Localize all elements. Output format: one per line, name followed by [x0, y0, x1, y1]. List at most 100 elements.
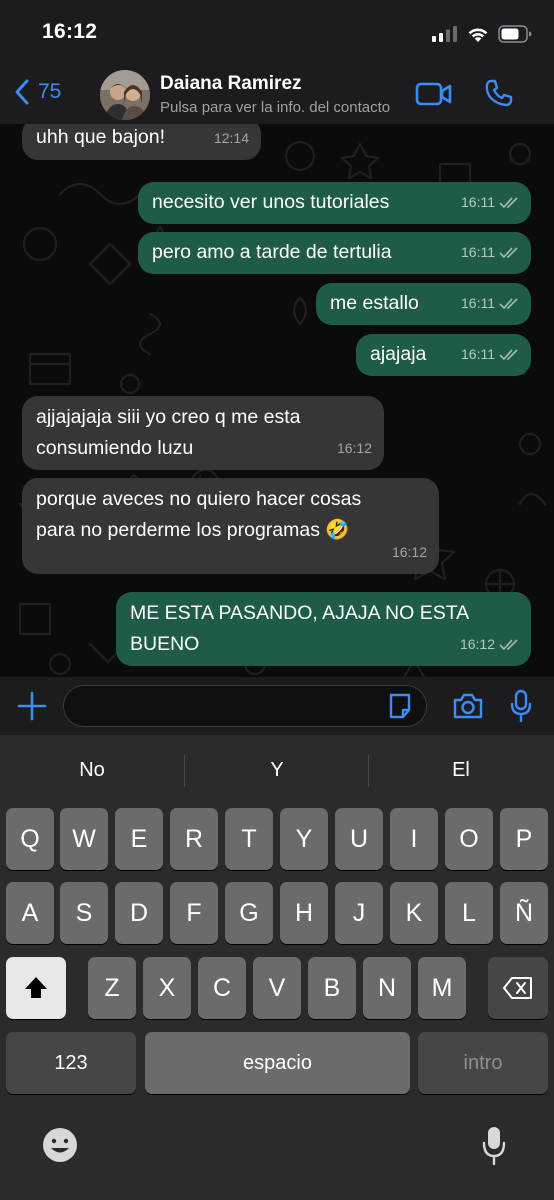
- predictive-bar: No Y El: [0, 735, 554, 807]
- message-text-line: para no perderme los programas 🤣: [36, 519, 350, 541]
- contact-name[interactable]: Daiana Ramirez: [160, 73, 302, 95]
- enter-key[interactable]: intro: [418, 1032, 548, 1094]
- message-meta: 16:12: [460, 629, 519, 660]
- shift-key[interactable]: [6, 957, 66, 1019]
- key-i[interactable]: I: [390, 808, 438, 870]
- backspace-key[interactable]: [488, 957, 548, 1019]
- outgoing-message[interactable]: pero amo a tarde de tertulia 16:11: [138, 232, 531, 274]
- key-n[interactable]: N: [363, 957, 411, 1019]
- key-f[interactable]: F: [170, 882, 218, 944]
- incoming-message[interactable]: porque aveces no quiero hacer cosas para…: [22, 478, 439, 574]
- message-text: ajajaja: [370, 343, 427, 365]
- dictation-button[interactable]: [481, 1125, 507, 1172]
- message-time: 16:12: [391, 544, 427, 560]
- plus-icon: [17, 691, 47, 721]
- key-q[interactable]: Q: [6, 808, 54, 870]
- key-h[interactable]: H: [280, 882, 328, 944]
- sticker-icon: [389, 693, 411, 719]
- avatar-photo: [100, 70, 150, 120]
- key-a[interactable]: A: [6, 882, 54, 944]
- back-button[interactable]: 75: [14, 78, 61, 106]
- message-time: 16:11: [461, 346, 495, 362]
- key-u[interactable]: U: [335, 808, 383, 870]
- numbers-key[interactable]: 123: [6, 1032, 136, 1094]
- rolling-laughing-emoji: 🤣: [325, 519, 350, 541]
- message-meta: 16:11: [461, 237, 519, 268]
- key-b[interactable]: B: [308, 957, 356, 1019]
- suggestion-3[interactable]: El: [386, 759, 536, 782]
- suggestion-2[interactable]: Y: [202, 759, 352, 782]
- message-time: 16:11: [461, 194, 495, 210]
- camera-button[interactable]: [452, 692, 484, 725]
- key-m[interactable]: M: [418, 957, 466, 1019]
- outgoing-message[interactable]: ME ESTA PASANDO, AJAJA NO ESTA BUENO 16:…: [116, 592, 531, 666]
- outgoing-message[interactable]: necesito ver unos tutoriales 16:11: [138, 182, 531, 224]
- message-text: pero amo a tarde de tertulia: [152, 241, 392, 263]
- dictation-mic-icon: [482, 1127, 506, 1166]
- wifi-icon: [468, 28, 488, 42]
- attach-button[interactable]: [16, 690, 48, 727]
- message-text-line: ajjajajaja siii yo creo q me esta: [36, 406, 301, 428]
- space-key[interactable]: espacio: [145, 1032, 410, 1094]
- status-icons: [432, 22, 532, 46]
- key-d[interactable]: D: [115, 882, 163, 944]
- message-text-field[interactable]: [63, 685, 427, 727]
- message-time: 16:11: [461, 295, 495, 311]
- message-time: 16:11: [461, 244, 495, 260]
- chat-header: 75 Daiana Ramirez Pulsa para ver la info…: [0, 64, 554, 125]
- key-z[interactable]: Z: [88, 957, 136, 1019]
- sticker-button[interactable]: [386, 686, 414, 731]
- message-time: 16:12: [459, 636, 495, 652]
- camera-icon: [453, 693, 483, 719]
- key-c[interactable]: C: [198, 957, 246, 1019]
- message-list[interactable]: uhh que bajon! 12:14 necesito ver unos t…: [0, 124, 554, 677]
- contact-info-hint[interactable]: Pulsa para ver la info. del contacto: [160, 99, 410, 116]
- cellular-signal-icon: [432, 26, 457, 42]
- key-k[interactable]: K: [390, 882, 438, 944]
- outgoing-message[interactable]: ajajaja 16:11: [356, 334, 531, 376]
- key-s[interactable]: S: [60, 882, 108, 944]
- key-g[interactable]: G: [225, 882, 273, 944]
- status-bar: 16:12: [0, 0, 554, 64]
- key-e[interactable]: E: [115, 808, 163, 870]
- key-t[interactable]: T: [225, 808, 273, 870]
- backspace-icon: [503, 977, 532, 999]
- key-o[interactable]: O: [445, 808, 493, 870]
- outgoing-message[interactable]: me estallo 16:11: [316, 283, 531, 325]
- key-r[interactable]: R: [170, 808, 218, 870]
- incoming-message[interactable]: ajjajajaja siii yo creo q me esta consum…: [22, 396, 384, 470]
- keyboard: No Y El Q W E R T Y U I O P A S D F G H …: [0, 735, 554, 1200]
- message-meta: 16:11: [461, 187, 519, 218]
- suggestion-1[interactable]: No: [17, 759, 167, 782]
- key-x[interactable]: X: [143, 957, 191, 1019]
- shift-arrow-icon: [25, 977, 47, 998]
- key-y[interactable]: Y: [280, 808, 328, 870]
- incoming-message[interactable]: uhh que bajon! 12:14: [22, 124, 261, 160]
- message-meta: 16:11: [461, 339, 519, 370]
- contact-avatar[interactable]: [100, 70, 150, 120]
- double-check-icon: [499, 348, 518, 360]
- key-enye[interactable]: Ñ: [500, 882, 548, 944]
- message-meta: 16:11: [461, 288, 519, 319]
- message-text-line: consumiendo luzu: [36, 437, 194, 459]
- double-check-icon: [499, 246, 518, 258]
- key-p[interactable]: P: [500, 808, 548, 870]
- unread-count: 75: [38, 80, 62, 103]
- suggestion-divider: [368, 755, 369, 787]
- key-j[interactable]: J: [335, 882, 383, 944]
- message-time: 16:12: [336, 440, 372, 456]
- video-call-button[interactable]: [415, 80, 453, 113]
- key-l[interactable]: L: [445, 882, 493, 944]
- suggestion-divider: [184, 755, 185, 787]
- status-time: 16:12: [42, 20, 98, 43]
- emoji-keyboard-button[interactable]: [40, 1125, 80, 1170]
- key-v[interactable]: V: [253, 957, 301, 1019]
- message-text-line: ME ESTA PASANDO, AJAJA NO ESTA: [130, 602, 470, 624]
- voice-call-button[interactable]: [484, 78, 514, 113]
- message-input-bar: [0, 677, 554, 735]
- message-text: uhh que bajon!: [36, 126, 166, 148]
- double-check-icon: [499, 638, 518, 650]
- message-text: necesito ver unos tutoriales: [152, 191, 390, 213]
- key-w[interactable]: W: [60, 808, 108, 870]
- voice-note-button[interactable]: [509, 689, 533, 728]
